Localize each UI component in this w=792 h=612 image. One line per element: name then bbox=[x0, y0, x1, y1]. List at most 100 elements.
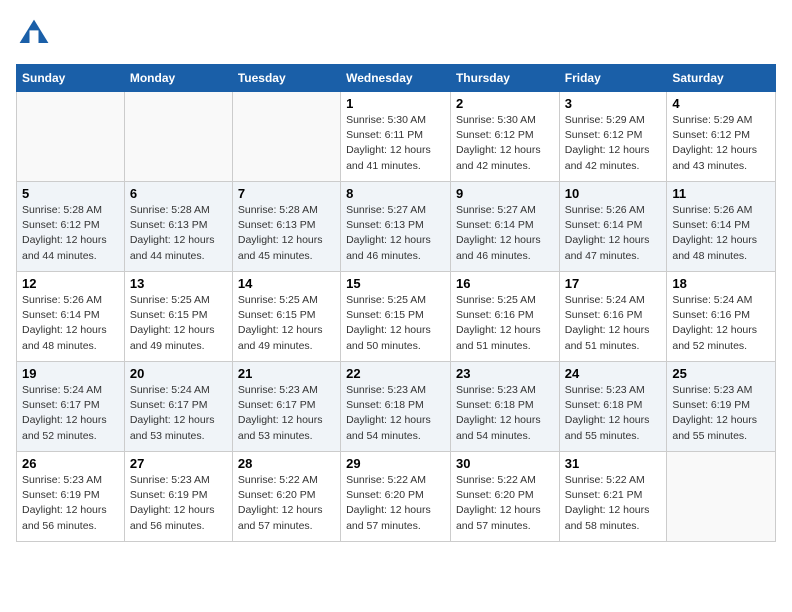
day-info: Sunrise: 5:23 AM Sunset: 6:18 PM Dayligh… bbox=[346, 383, 445, 444]
weekday-header-wednesday: Wednesday bbox=[341, 65, 451, 92]
calendar-cell: 5 Sunrise: 5:28 AM Sunset: 6:12 PM Daylig… bbox=[17, 182, 125, 272]
day-number: 31 bbox=[565, 456, 662, 471]
calendar-cell: 12 Sunrise: 5:26 AM Sunset: 6:14 PM Dayli… bbox=[17, 272, 125, 362]
day-number: 20 bbox=[130, 366, 227, 381]
day-info: Sunrise: 5:23 AM Sunset: 6:19 PM Dayligh… bbox=[22, 473, 119, 534]
day-number: 15 bbox=[346, 276, 445, 291]
day-info: Sunrise: 5:23 AM Sunset: 6:19 PM Dayligh… bbox=[672, 383, 770, 444]
day-number: 22 bbox=[346, 366, 445, 381]
weekday-header-saturday: Saturday bbox=[667, 65, 776, 92]
calendar-cell: 17 Sunrise: 5:24 AM Sunset: 6:16 PM Dayli… bbox=[559, 272, 667, 362]
day-number: 1 bbox=[346, 96, 445, 111]
calendar-cell: 6 Sunrise: 5:28 AM Sunset: 6:13 PM Daylig… bbox=[124, 182, 232, 272]
calendar-cell bbox=[124, 92, 232, 182]
day-info: Sunrise: 5:24 AM Sunset: 6:16 PM Dayligh… bbox=[672, 293, 770, 354]
logo-icon bbox=[16, 16, 52, 52]
day-number: 13 bbox=[130, 276, 227, 291]
day-info: Sunrise: 5:28 AM Sunset: 6:13 PM Dayligh… bbox=[130, 203, 227, 264]
day-number: 27 bbox=[130, 456, 227, 471]
calendar-cell: 11 Sunrise: 5:26 AM Sunset: 6:14 PM Dayli… bbox=[667, 182, 776, 272]
calendar-week-row: 19 Sunrise: 5:24 AM Sunset: 6:17 PM Dayli… bbox=[17, 362, 776, 452]
calendar-body: 1 Sunrise: 5:30 AM Sunset: 6:11 PM Daylig… bbox=[17, 92, 776, 542]
day-info: Sunrise: 5:28 AM Sunset: 6:12 PM Dayligh… bbox=[22, 203, 119, 264]
calendar-cell: 30 Sunrise: 5:22 AM Sunset: 6:20 PM Dayli… bbox=[450, 452, 559, 542]
day-number: 5 bbox=[22, 186, 119, 201]
day-info: Sunrise: 5:26 AM Sunset: 6:14 PM Dayligh… bbox=[565, 203, 662, 264]
day-info: Sunrise: 5:22 AM Sunset: 6:20 PM Dayligh… bbox=[346, 473, 445, 534]
calendar-cell: 20Sunrise: 5:24 AM Sunset: 6:17 PM Dayli… bbox=[124, 362, 232, 452]
calendar-cell bbox=[17, 92, 125, 182]
day-number: 21 bbox=[238, 366, 335, 381]
day-info: Sunrise: 5:29 AM Sunset: 6:12 PM Dayligh… bbox=[672, 113, 770, 174]
weekday-header-tuesday: Tuesday bbox=[232, 65, 340, 92]
day-number: 16 bbox=[456, 276, 554, 291]
calendar-cell: 4 Sunrise: 5:29 AM Sunset: 6:12 PM Daylig… bbox=[667, 92, 776, 182]
day-info: Sunrise: 5:25 AM Sunset: 6:15 PM Dayligh… bbox=[346, 293, 445, 354]
day-number: 4 bbox=[672, 96, 770, 111]
calendar-cell: 18 Sunrise: 5:24 AM Sunset: 6:16 PM Dayli… bbox=[667, 272, 776, 362]
day-info: Sunrise: 5:26 AM Sunset: 6:14 PM Dayligh… bbox=[22, 293, 119, 354]
calendar-cell: 27 Sunrise: 5:23 AM Sunset: 6:19 PM Dayli… bbox=[124, 452, 232, 542]
day-info: Sunrise: 5:23 AM Sunset: 6:18 PM Dayligh… bbox=[565, 383, 662, 444]
calendar-cell: 13 Sunrise: 5:25 AM Sunset: 6:15 PM Dayli… bbox=[124, 272, 232, 362]
day-number: 8 bbox=[346, 186, 445, 201]
calendar-cell: 9Sunrise: 5:27 AM Sunset: 6:14 PM Daylig… bbox=[450, 182, 559, 272]
weekday-header-monday: Monday bbox=[124, 65, 232, 92]
calendar-cell: 7Sunrise: 5:28 AM Sunset: 6:13 PM Daylig… bbox=[232, 182, 340, 272]
calendar-cell bbox=[232, 92, 340, 182]
day-number: 2 bbox=[456, 96, 554, 111]
weekday-header-row: SundayMondayTuesdayWednesdayThursdayFrid… bbox=[17, 65, 776, 92]
day-number: 30 bbox=[456, 456, 554, 471]
day-info: Sunrise: 5:22 AM Sunset: 6:21 PM Dayligh… bbox=[565, 473, 662, 534]
calendar-cell: 24 Sunrise: 5:23 AM Sunset: 6:18 PM Dayli… bbox=[559, 362, 667, 452]
calendar-cell: 8Sunrise: 5:27 AM Sunset: 6:13 PM Daylig… bbox=[341, 182, 451, 272]
day-number: 18 bbox=[672, 276, 770, 291]
weekday-header-friday: Friday bbox=[559, 65, 667, 92]
calendar-cell: 22 Sunrise: 5:23 AM Sunset: 6:18 PM Dayli… bbox=[341, 362, 451, 452]
calendar-cell: 1 Sunrise: 5:30 AM Sunset: 6:11 PM Daylig… bbox=[341, 92, 451, 182]
day-info: Sunrise: 5:30 AM Sunset: 6:11 PM Dayligh… bbox=[346, 113, 445, 174]
calendar-cell: 21Sunrise: 5:23 AM Sunset: 6:17 PM Dayli… bbox=[232, 362, 340, 452]
calendar-cell: 10 Sunrise: 5:26 AM Sunset: 6:14 PM Dayli… bbox=[559, 182, 667, 272]
day-info: Sunrise: 5:25 AM Sunset: 6:16 PM Dayligh… bbox=[456, 293, 554, 354]
day-number: 24 bbox=[565, 366, 662, 381]
calendar-cell: 3 Sunrise: 5:29 AM Sunset: 6:12 PM Daylig… bbox=[559, 92, 667, 182]
day-number: 19 bbox=[22, 366, 119, 381]
logo bbox=[16, 16, 56, 52]
calendar-cell: 28 Sunrise: 5:22 AM Sunset: 6:20 PM Dayli… bbox=[232, 452, 340, 542]
calendar-cell: 19 Sunrise: 5:24 AM Sunset: 6:17 PM Dayli… bbox=[17, 362, 125, 452]
day-number: 10 bbox=[565, 186, 662, 201]
day-number: 14 bbox=[238, 276, 335, 291]
weekday-header-thursday: Thursday bbox=[450, 65, 559, 92]
day-info: Sunrise: 5:23 AM Sunset: 6:18 PM Dayligh… bbox=[456, 383, 554, 444]
day-info: Sunrise: 5:25 AM Sunset: 6:15 PM Dayligh… bbox=[130, 293, 227, 354]
day-info: Sunrise: 5:29 AM Sunset: 6:12 PM Dayligh… bbox=[565, 113, 662, 174]
calendar-cell: 14Sunrise: 5:25 AM Sunset: 6:15 PM Dayli… bbox=[232, 272, 340, 362]
calendar-cell: 26 Sunrise: 5:23 AM Sunset: 6:19 PM Dayli… bbox=[17, 452, 125, 542]
day-number: 11 bbox=[672, 186, 770, 201]
day-info: Sunrise: 5:27 AM Sunset: 6:14 PM Dayligh… bbox=[456, 203, 554, 264]
day-info: Sunrise: 5:24 AM Sunset: 6:17 PM Dayligh… bbox=[22, 383, 119, 444]
calendar-week-row: 5 Sunrise: 5:28 AM Sunset: 6:12 PM Daylig… bbox=[17, 182, 776, 272]
calendar-cell bbox=[667, 452, 776, 542]
day-number: 12 bbox=[22, 276, 119, 291]
calendar-header: SundayMondayTuesdayWednesdayThursdayFrid… bbox=[17, 65, 776, 92]
calendar-cell: 25Sunrise: 5:23 AM Sunset: 6:19 PM Dayli… bbox=[667, 362, 776, 452]
day-number: 3 bbox=[565, 96, 662, 111]
day-number: 6 bbox=[130, 186, 227, 201]
day-number: 26 bbox=[22, 456, 119, 471]
calendar-week-row: 1 Sunrise: 5:30 AM Sunset: 6:11 PM Daylig… bbox=[17, 92, 776, 182]
day-info: Sunrise: 5:22 AM Sunset: 6:20 PM Dayligh… bbox=[238, 473, 335, 534]
day-info: Sunrise: 5:23 AM Sunset: 6:19 PM Dayligh… bbox=[130, 473, 227, 534]
day-number: 28 bbox=[238, 456, 335, 471]
page-header bbox=[16, 16, 776, 52]
calendar-cell: 2Sunrise: 5:30 AM Sunset: 6:12 PM Daylig… bbox=[450, 92, 559, 182]
day-info: Sunrise: 5:26 AM Sunset: 6:14 PM Dayligh… bbox=[672, 203, 770, 264]
calendar-week-row: 26 Sunrise: 5:23 AM Sunset: 6:19 PM Dayli… bbox=[17, 452, 776, 542]
calendar-week-row: 12 Sunrise: 5:26 AM Sunset: 6:14 PM Dayli… bbox=[17, 272, 776, 362]
day-info: Sunrise: 5:24 AM Sunset: 6:16 PM Dayligh… bbox=[565, 293, 662, 354]
calendar-cell: 31 Sunrise: 5:22 AM Sunset: 6:21 PM Dayli… bbox=[559, 452, 667, 542]
day-info: Sunrise: 5:22 AM Sunset: 6:20 PM Dayligh… bbox=[456, 473, 554, 534]
calendar-cell: 16 Sunrise: 5:25 AM Sunset: 6:16 PM Dayli… bbox=[450, 272, 559, 362]
day-number: 17 bbox=[565, 276, 662, 291]
